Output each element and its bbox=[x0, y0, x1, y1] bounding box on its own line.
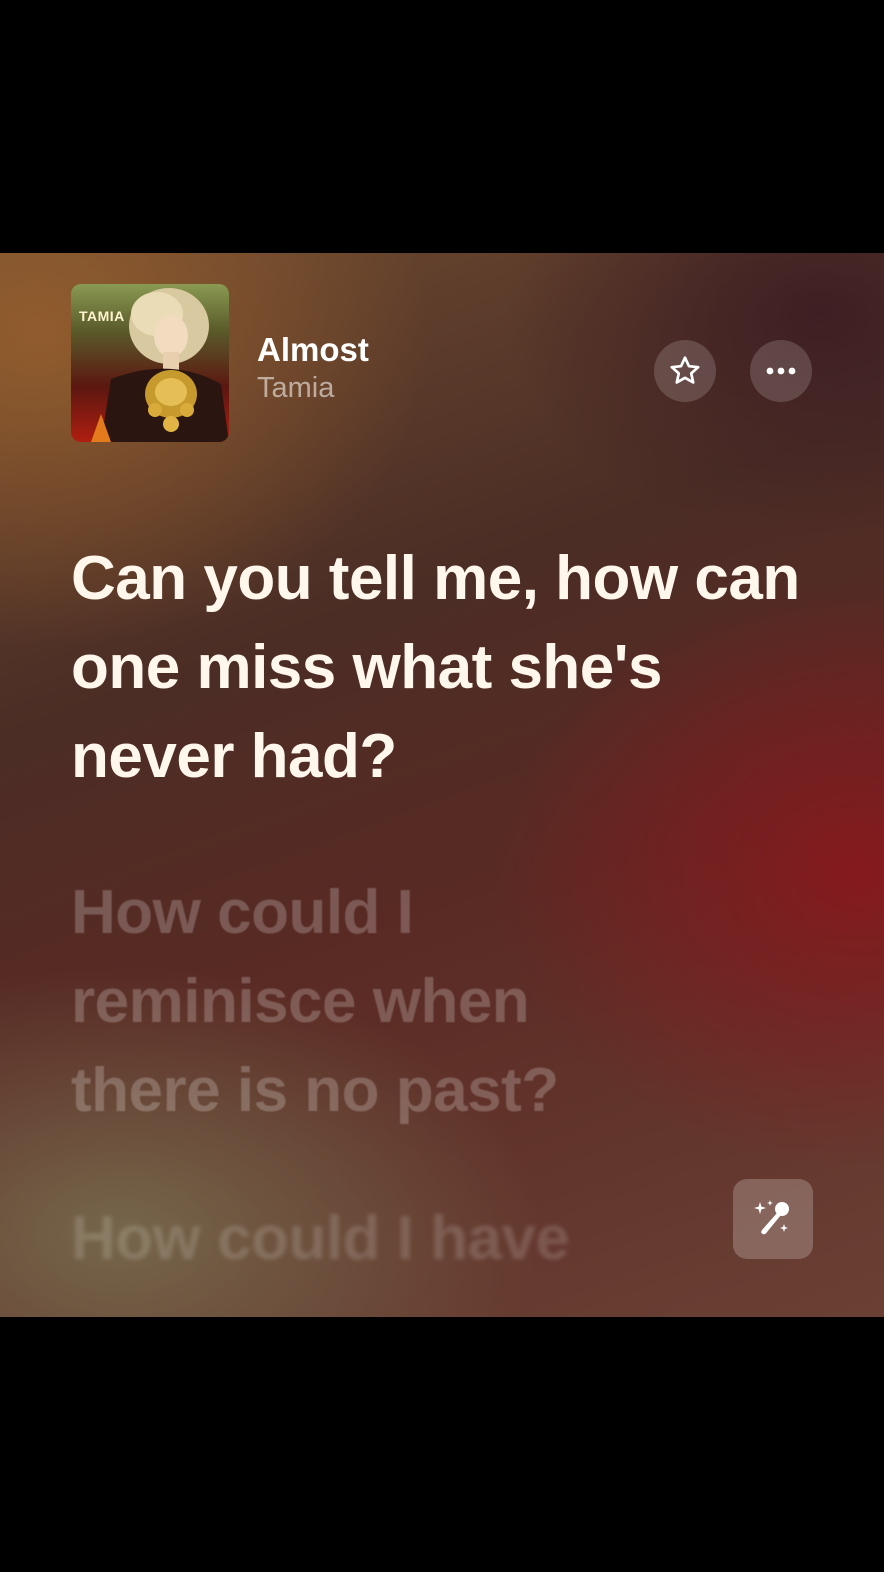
track-artist: Tamia bbox=[257, 372, 335, 404]
microphone-sparkles-icon bbox=[754, 1200, 789, 1235]
bottom-letterbox bbox=[0, 1317, 884, 1572]
lyric-line-following[interactable]: How could I have bbox=[71, 1194, 811, 1283]
album-artwork[interactable]: TAMIA bbox=[71, 284, 229, 442]
star-outline-icon bbox=[670, 356, 700, 384]
lyric-line-active[interactable]: Can you tell me, how can one miss what s… bbox=[71, 534, 811, 801]
lyrics-player: TAMIA Almost Tamia Can you tell me, how … bbox=[0, 253, 884, 1317]
ellipsis-icon bbox=[766, 367, 796, 375]
track-info[interactable]: Almost Tamia bbox=[257, 330, 369, 406]
favorite-button[interactable] bbox=[654, 340, 716, 402]
sing-button[interactable] bbox=[733, 1179, 813, 1259]
track-title: Almost bbox=[257, 331, 369, 368]
more-button[interactable] bbox=[750, 340, 812, 402]
album-artwork-label: TAMIA bbox=[79, 308, 125, 324]
now-playing-header: TAMIA Almost Tamia bbox=[71, 284, 813, 442]
top-letterbox bbox=[0, 0, 884, 253]
lyric-line-next[interactable]: How could I reminisce when there is no p… bbox=[71, 868, 631, 1135]
